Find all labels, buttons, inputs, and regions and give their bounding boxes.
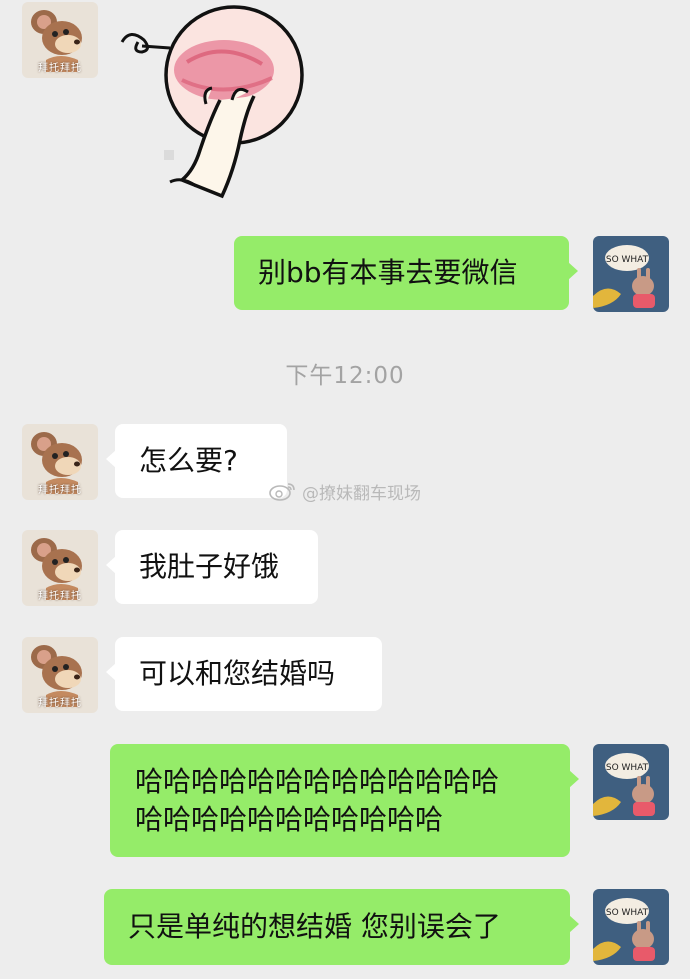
message-text: 只是单纯的想结婚 您别误会了 [128,910,501,943]
weibo-logo-icon [269,483,295,501]
avatar-caption: 拜托拜托 [38,698,82,709]
message-bubble-incoming[interactable]: 可以和您结婚吗 [106,637,382,711]
so-what-bunny-icon: SO WHAT [593,236,669,312]
message-bubble-incoming[interactable]: 我肚子好饿 [106,530,318,604]
avatar-caption: 拜托拜托 [38,485,82,496]
contact-avatar[interactable]: 拜托拜托 [22,637,98,713]
message-text: 别bb有本事去要微信 [258,256,518,289]
message-text: 怎么要? [139,444,238,477]
message-bubble-outgoing[interactable]: 哈哈哈哈哈哈哈哈哈哈哈哈哈 哈哈哈哈哈哈哈哈哈哈哈 [110,744,579,857]
so-what-bunny-icon: SO WHAT [593,744,669,820]
sticker-message[interactable] [112,0,322,210]
message-bubble-outgoing[interactable]: 只是单纯的想结婚 您别误会了 [104,889,579,965]
contact-avatar[interactable]: 拜托拜托 [22,424,98,500]
avatar-caption: 拜托拜托 [38,63,82,74]
message-text: 我肚子好饿 [139,550,280,583]
message-text-line: 哈哈哈哈哈哈哈哈哈哈哈哈哈 [135,765,500,798]
peach-bunny-sticker-icon [120,5,304,199]
watermark: @撩妹翻车现场 [268,478,421,504]
my-avatar[interactable]: SO WHAT [593,744,669,820]
message-bubble-incoming[interactable]: 怎么要? [106,424,287,498]
contact-avatar[interactable]: 拜托拜托 [22,530,98,606]
so-what-bunny-icon: SO WHAT [593,889,669,965]
my-avatar[interactable]: SO WHAT [593,236,669,312]
svg-text:SO WHAT: SO WHAT [606,763,649,773]
contact-avatar[interactable]: 拜托拜托 [22,2,98,78]
my-avatar[interactable]: SO WHAT [593,889,669,965]
message-text-line: 哈哈哈哈哈哈哈哈哈哈哈 [135,803,444,836]
svg-text:SO WHAT: SO WHAT [606,255,649,265]
timestamp-divider: 下午12:00 [285,363,405,389]
avatar-caption: 拜托拜托 [38,591,82,602]
svg-text:SO WHAT: SO WHAT [606,908,649,918]
watermark-text: @撩妹翻车现场 [302,483,421,504]
message-text: 可以和您结婚吗 [139,657,336,690]
message-bubble-outgoing[interactable]: 别bb有本事去要微信 [234,236,578,310]
